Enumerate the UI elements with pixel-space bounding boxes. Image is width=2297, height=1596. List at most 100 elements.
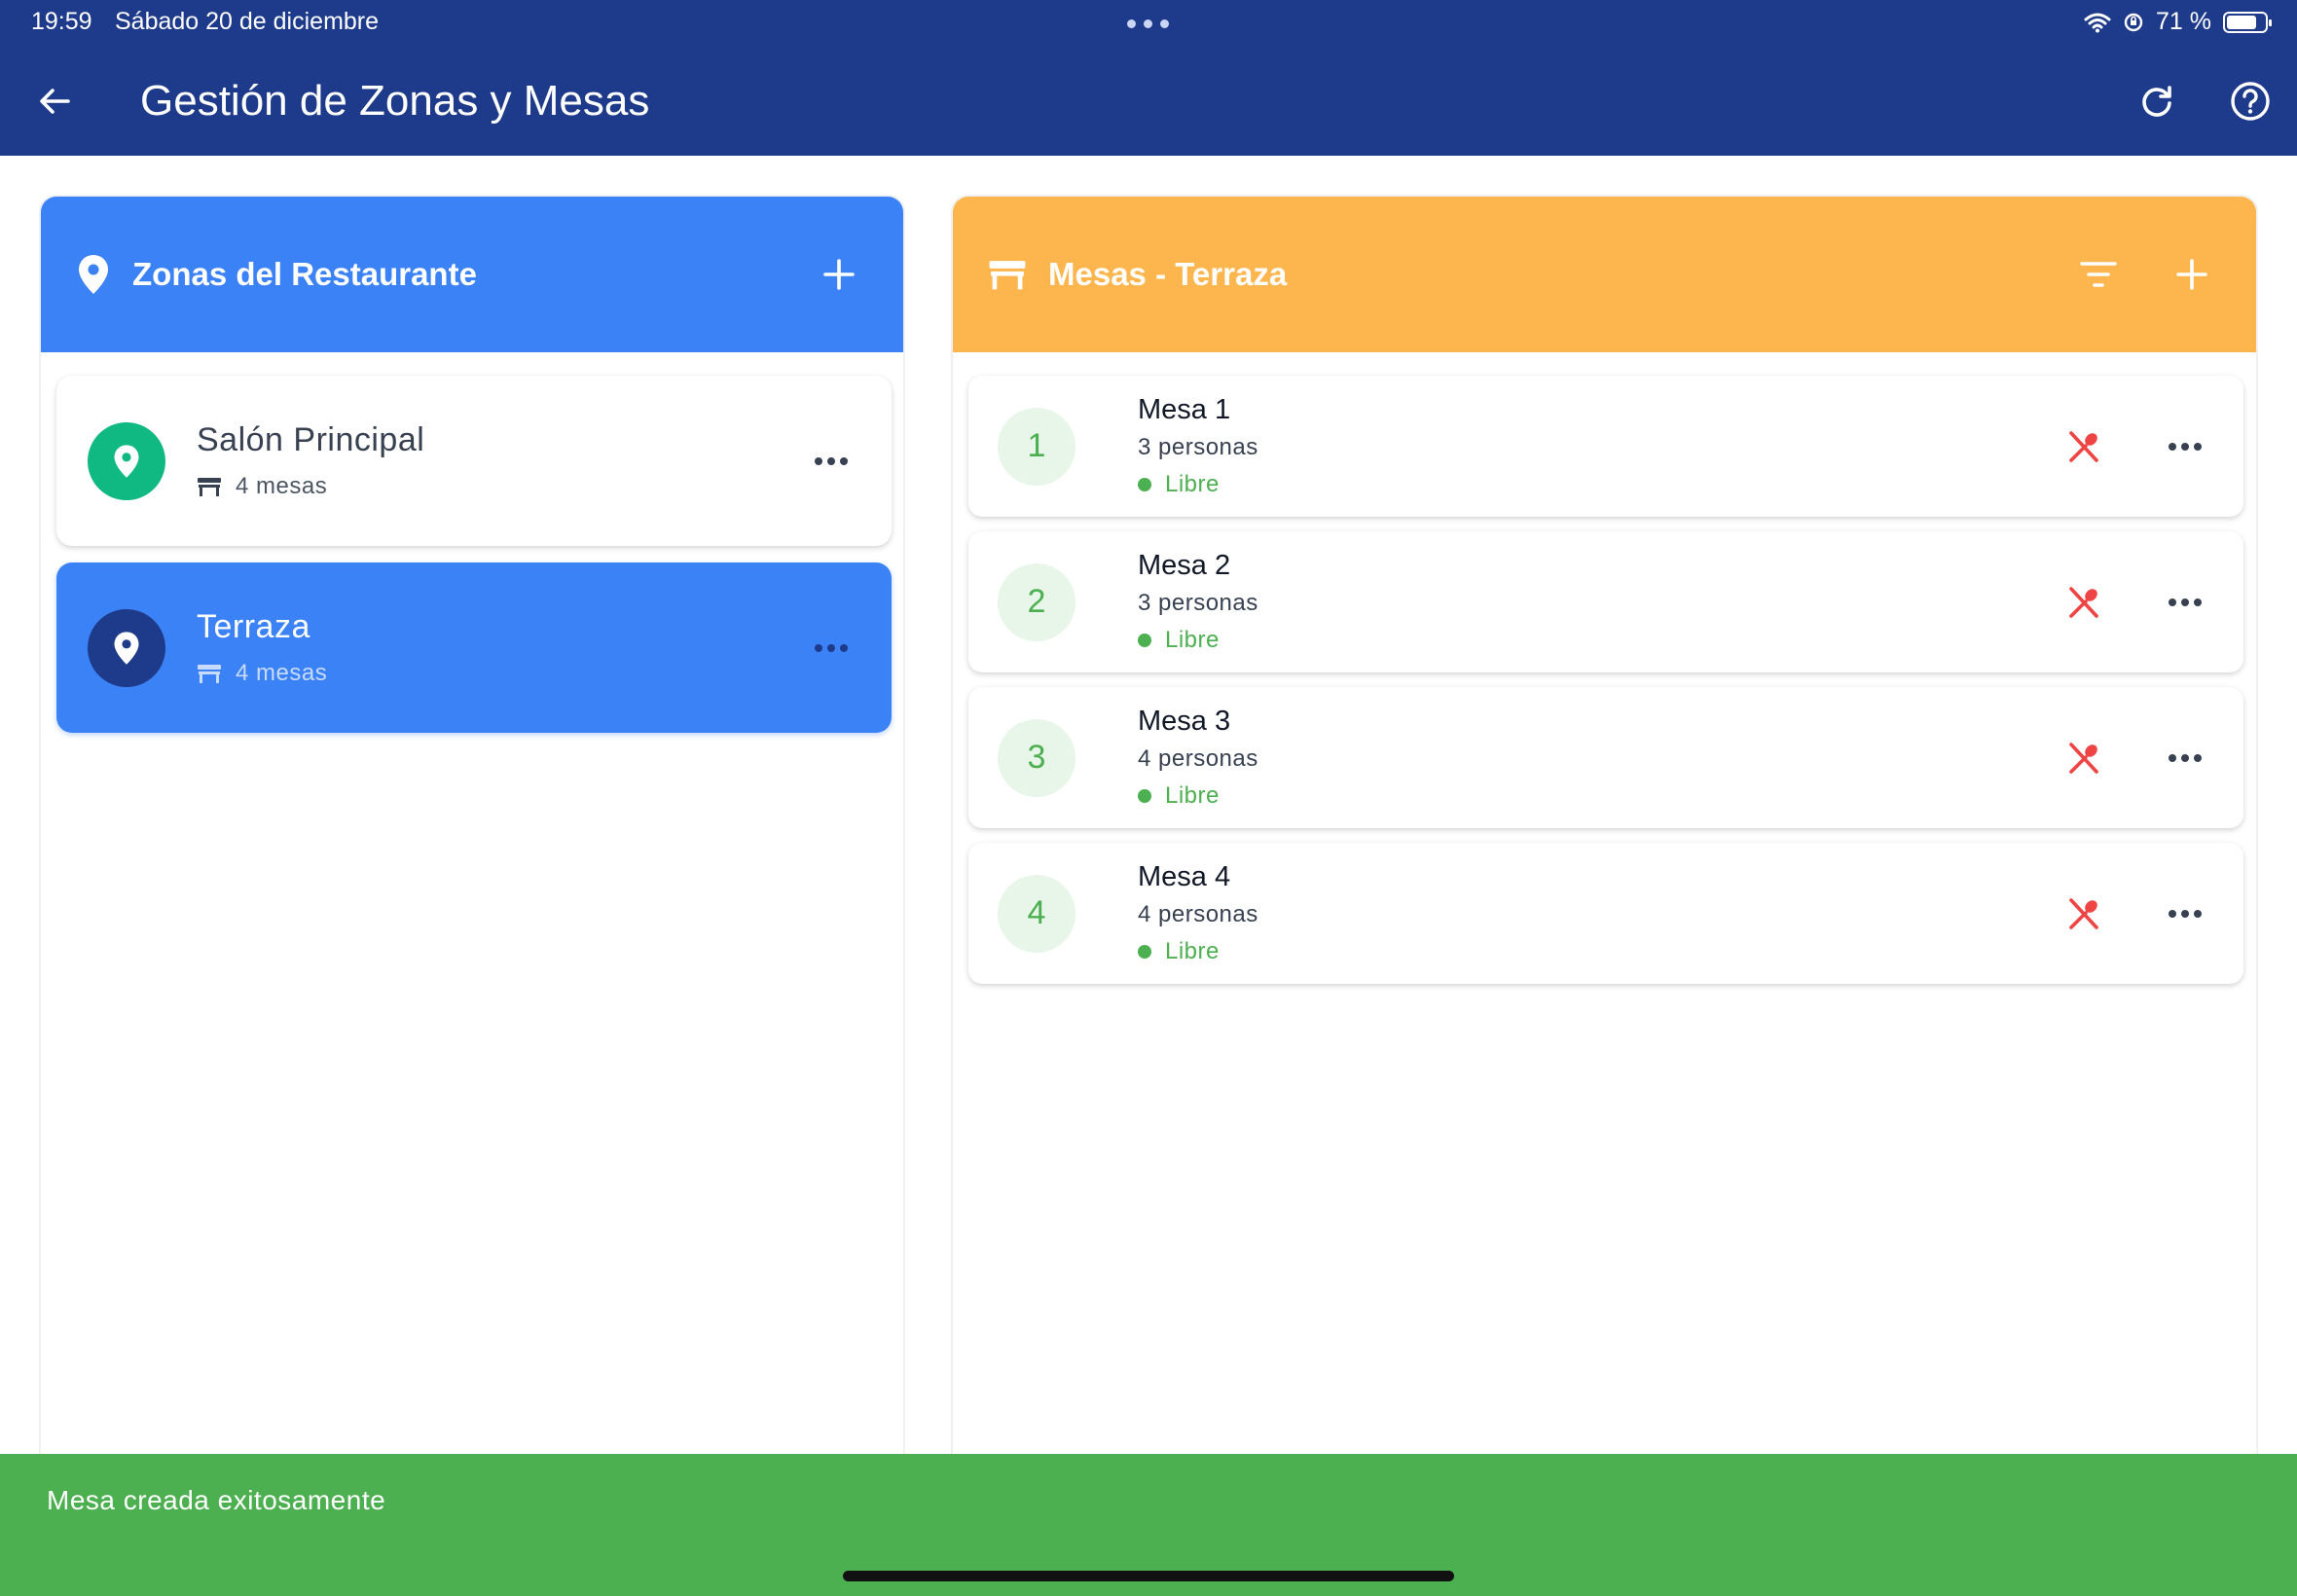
table-icon (198, 665, 221, 683)
table-status-label: Libre (1165, 782, 1220, 809)
table-text: Mesa 1 3 personas Libre (1138, 394, 2012, 498)
utensils-off-icon (2069, 897, 2098, 929)
table-status-label: Libre (1165, 938, 1220, 964)
table-status: Libre (1138, 782, 2012, 810)
table-more-button[interactable] (2156, 573, 2214, 632)
table-card-mesa-1[interactable]: 1 Mesa 1 3 personas Libre (968, 376, 2243, 517)
home-indicator[interactable] (843, 1571, 1454, 1581)
table-number-badge: 2 (998, 562, 1076, 641)
occupy-table-button[interactable] (2055, 729, 2113, 787)
table-name: Mesa 1 (1138, 394, 1231, 425)
zone-table-count-label: 4 mesas (236, 660, 328, 686)
table-more-button[interactable] (2156, 885, 2214, 943)
zone-avatar (88, 608, 165, 687)
back-button[interactable] (29, 76, 80, 127)
more-horizontal-icon (2169, 753, 2202, 762)
table-capacity: 3 personas (1138, 590, 1258, 616)
zone-table-count: 4 mesas (197, 473, 802, 500)
table-card-mesa-3[interactable]: 3 Mesa 3 4 personas Libre (968, 687, 2243, 828)
more-horizontal-icon (2169, 909, 2202, 918)
table-capacity: 3 personas (1138, 434, 1258, 460)
occupy-table-button[interactable] (2055, 885, 2113, 943)
filter-icon (2080, 262, 2117, 287)
more-horizontal-icon (2169, 442, 2202, 451)
plus-icon (823, 259, 855, 290)
arrow-back-icon (40, 89, 70, 114)
utensils-off-icon (2069, 430, 2098, 462)
status-time: 19:59 (31, 8, 92, 35)
snackbar-message: Mesa creada exitosamente (47, 1485, 386, 1515)
table-number-badge: 4 (998, 874, 1076, 953)
table-status-label: Libre (1165, 471, 1220, 497)
zone-more-button[interactable] (802, 432, 860, 490)
location-pin-icon (114, 631, 139, 665)
occupy-table-button[interactable] (2055, 573, 2113, 632)
table-more-button[interactable] (2156, 417, 2214, 476)
zones-panel: Zonas del Restaurante Salón Principal 4 … (39, 195, 905, 1460)
zone-text: Salón Principal 4 mesas (197, 421, 802, 500)
multitasking-dots-icon[interactable] (1127, 19, 1169, 28)
table-status: Libre (1138, 471, 2012, 498)
table-name: Mesa 4 (1138, 861, 1231, 892)
zone-more-button[interactable] (802, 619, 860, 677)
help-button[interactable] (2225, 76, 2276, 127)
table-name: Mesa 3 (1138, 706, 1231, 737)
wifi-icon (2084, 13, 2111, 32)
table-icon (989, 261, 1026, 290)
table-name: Mesa 2 (1138, 550, 1231, 581)
status-date: Sábado 20 de diciembre (115, 8, 380, 35)
status-dot (1138, 634, 1151, 647)
refresh-icon (2142, 86, 2171, 117)
status-dot (1138, 478, 1151, 491)
occupy-table-button[interactable] (2055, 417, 2113, 476)
battery-percent: 71 % (2156, 8, 2211, 35)
plus-icon (2176, 259, 2207, 290)
zone-text: Terraza 4 mesas (197, 608, 802, 687)
table-number-badge: 3 (998, 718, 1076, 797)
table-status-label: Libre (1165, 627, 1220, 653)
more-horizontal-icon (815, 643, 848, 652)
table-capacity: 4 personas (1138, 745, 1258, 772)
zones-panel-title: Zonas del Restaurante (132, 256, 477, 292)
table-number-badge: 1 (998, 407, 1076, 486)
table-status: Libre (1138, 627, 2012, 654)
table-text: Mesa 2 3 personas Libre (1138, 550, 2012, 654)
table-text: Mesa 3 4 personas Libre (1138, 706, 2012, 810)
help-circle-icon (2231, 82, 2270, 121)
table-status: Libre (1138, 938, 2012, 965)
top-bar: 19:59 Sábado 20 de diciembre 71 % Gestió… (0, 0, 2297, 156)
tables-panel: Mesas - Terraza 1 Mesa 1 3 personas Libr… (951, 195, 2258, 1460)
status-dot (1138, 789, 1151, 803)
zone-table-count: 4 mesas (197, 660, 802, 687)
zone-name: Terraza (197, 608, 310, 645)
zone-avatar (88, 421, 165, 500)
zone-table-count-label: 4 mesas (236, 473, 328, 499)
table-card-mesa-2[interactable]: 2 Mesa 2 3 personas Libre (968, 531, 2243, 672)
location-pin-icon (114, 444, 139, 478)
battery-icon (2223, 11, 2272, 33)
filter-tables-button[interactable] (2069, 245, 2128, 304)
status-indicators: 71 % (2084, 8, 2272, 36)
table-capacity: 4 personas (1138, 901, 1258, 927)
table-card-mesa-4[interactable]: 4 Mesa 4 4 personas Libre (968, 843, 2243, 984)
zone-card-salon-principal[interactable]: Salón Principal 4 mesas (56, 376, 892, 546)
zone-card-terraza[interactable]: Terraza 4 mesas (56, 562, 892, 733)
add-table-button[interactable] (2163, 245, 2221, 304)
refresh-button[interactable] (2132, 76, 2182, 127)
tables-panel-title: Mesas - Terraza (1048, 256, 1288, 292)
utensils-off-icon (2069, 586, 2098, 618)
table-icon (198, 478, 221, 496)
location-pin-icon (79, 255, 108, 294)
add-zone-button[interactable] (810, 245, 868, 304)
zones-panel-header: Zonas del Restaurante (41, 197, 903, 352)
zone-name: Salón Principal (197, 421, 425, 458)
orientation-lock-icon (2124, 13, 2143, 31)
table-text: Mesa 4 4 personas Libre (1138, 861, 2012, 965)
status-dot (1138, 945, 1151, 959)
page-title: Gestión de Zonas y Mesas (140, 77, 650, 125)
more-horizontal-icon (815, 456, 848, 465)
tables-panel-header: Mesas - Terraza (953, 197, 2256, 352)
table-more-button[interactable] (2156, 729, 2214, 787)
more-horizontal-icon (2169, 598, 2202, 606)
utensils-off-icon (2069, 742, 2098, 774)
